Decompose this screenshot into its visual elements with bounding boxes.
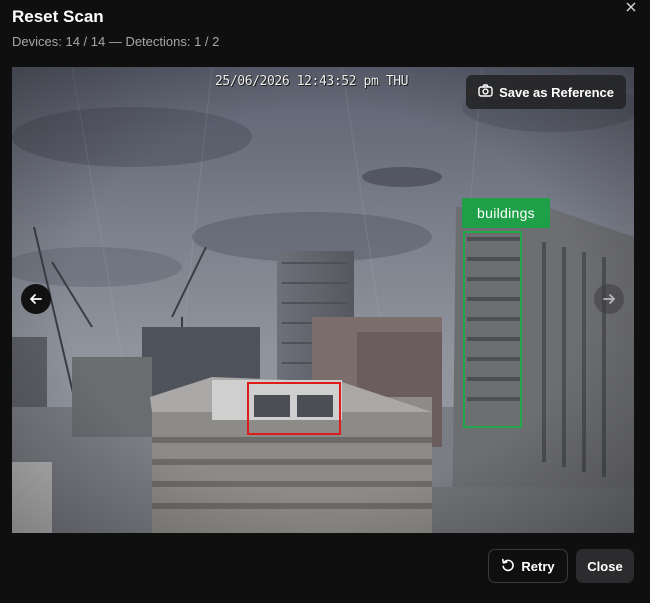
detection-label: buildings (462, 198, 550, 228)
retry-icon (501, 558, 515, 575)
camera-icon (478, 84, 493, 100)
camera-image-viewer: 25/06/2026 12:43:52 pm THU Save as Refer… (12, 67, 634, 533)
retry-label: Retry (521, 558, 555, 574)
dialog-title: Reset Scan (12, 7, 104, 26)
previous-image-button[interactable] (21, 284, 51, 314)
retry-button[interactable]: Retry (488, 549, 568, 583)
save-as-reference-label: Save as Reference (499, 84, 614, 100)
save-as-reference-button[interactable]: Save as Reference (466, 75, 626, 109)
close-icon[interactable] (622, 0, 640, 14)
camera-image (12, 67, 634, 533)
arrow-left-icon (30, 294, 42, 304)
close-button[interactable]: Close (576, 549, 634, 583)
next-image-button[interactable] (594, 284, 624, 314)
camera-timestamp: 25/06/2026 12:43:52 pm THU (215, 74, 409, 89)
dialog-subtitle: Devices: 14 / 14 — Detections: 1 / 2 (12, 34, 220, 49)
detection-box-missing (247, 382, 341, 435)
arrow-right-icon (603, 294, 615, 304)
detection-box-buildings (463, 231, 522, 428)
